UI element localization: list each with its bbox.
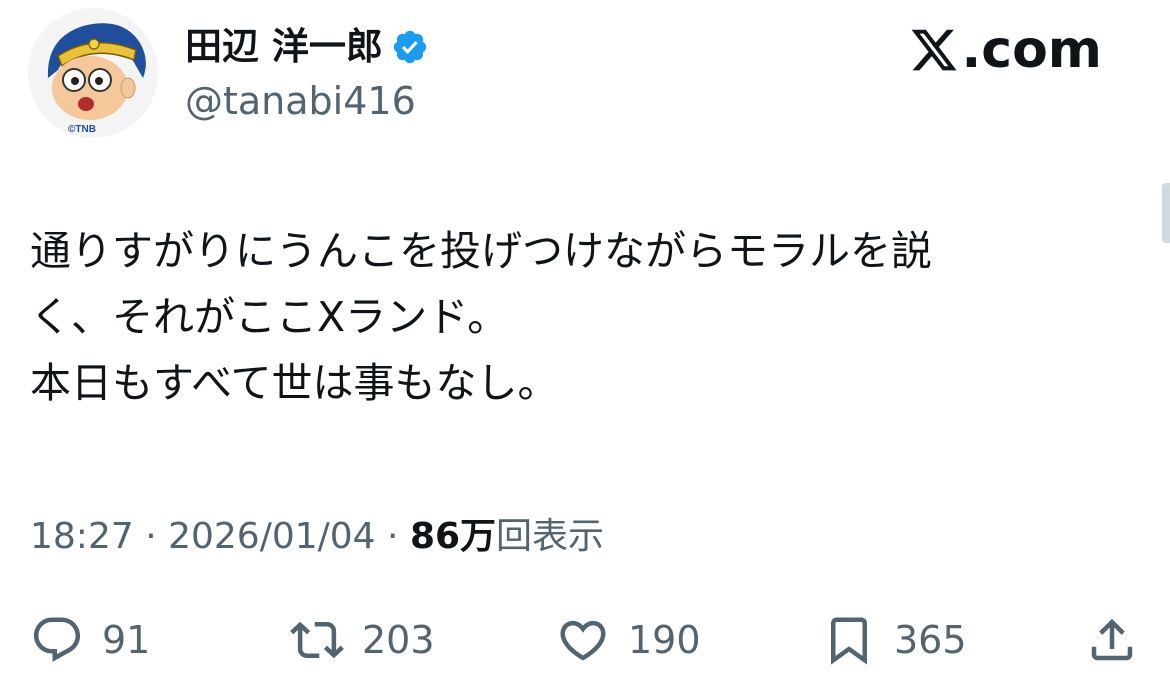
avatar-illustration: ©TNB bbox=[28, 8, 158, 138]
action-bar: 91 203 190 365 bbox=[0, 610, 1170, 670]
views-label: 回表示 bbox=[496, 516, 605, 557]
display-name[interactable]: 田辺 洋一郎 bbox=[185, 22, 383, 72]
bookmark-icon bbox=[831, 617, 867, 665]
views-count[interactable]: 86万 bbox=[410, 516, 496, 557]
like-count: 190 bbox=[628, 618, 701, 662]
tweet-time[interactable]: 18:27 bbox=[30, 516, 134, 557]
tweet-text-line: 通りすがりにうんこを投げつけながらモラルを説 bbox=[30, 227, 932, 275]
x-logo-icon bbox=[911, 29, 957, 71]
reply-button[interactable]: 91 bbox=[30, 610, 150, 670]
heart-icon bbox=[560, 620, 606, 661]
user-handle[interactable]: @tanabi416 bbox=[185, 76, 416, 126]
share-icon bbox=[1091, 618, 1133, 661]
brand-logo: .com bbox=[908, 20, 1103, 80]
share-button[interactable] bbox=[1085, 610, 1139, 670]
meta-separator: · bbox=[375, 516, 410, 557]
tweet-text-line: く、それがここXランド。 bbox=[30, 293, 509, 341]
avatar[interactable]: ©TNB bbox=[28, 8, 158, 138]
avatar-label: ©TNB bbox=[68, 124, 96, 135]
bookmark-count: 365 bbox=[894, 618, 967, 662]
reply-icon bbox=[33, 617, 81, 662]
verified-badge-icon bbox=[391, 28, 429, 66]
repost-count: 203 bbox=[362, 618, 435, 662]
bookmark-button[interactable]: 365 bbox=[822, 610, 967, 670]
repost-icon bbox=[290, 621, 344, 659]
tweet-date[interactable]: 2026/01/04 bbox=[168, 516, 376, 557]
reply-count: 91 bbox=[102, 618, 151, 662]
meta-separator: · bbox=[133, 516, 169, 557]
tweet-meta: 18:27 · 2026/01/04 · 86万回表示 bbox=[30, 512, 604, 562]
like-button[interactable]: 190 bbox=[556, 610, 701, 670]
tweet-text-line: 本日もすべて世は事もなし。 bbox=[30, 359, 559, 407]
scroll-indicator bbox=[1162, 183, 1170, 243]
display-name-row[interactable]: 田辺 洋一郎 bbox=[185, 22, 429, 72]
brand-text: .com bbox=[961, 20, 1103, 80]
tweet-text: 通りすがりにうんこを投げつけながらモラルを説 く、それがここXランド。 本日もす… bbox=[30, 218, 1110, 416]
repost-button[interactable]: 203 bbox=[290, 610, 435, 670]
